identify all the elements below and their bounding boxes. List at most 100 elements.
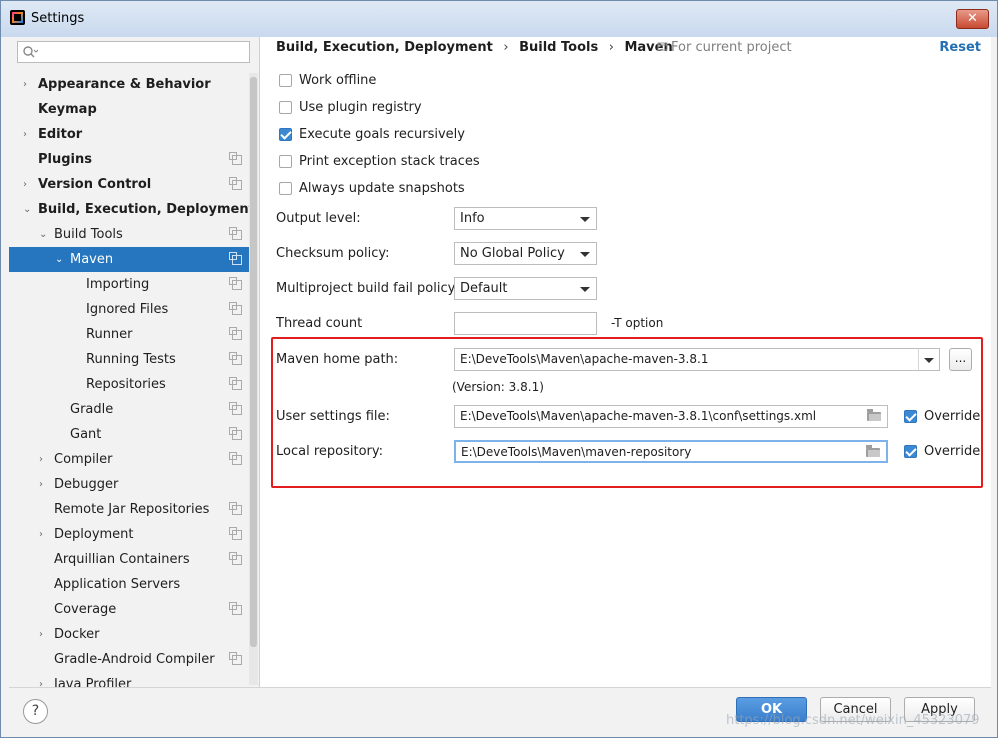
sidebar-item[interactable]: › Docker [9, 622, 249, 647]
sidebar-item[interactable]: › Appearance & Behavior [9, 72, 249, 97]
breadcrumb-separator: › [608, 40, 614, 55]
maven-home-label: Maven home path: [276, 352, 399, 367]
sidebar-item[interactable]: ⌄ Maven [9, 247, 249, 272]
window-close-button[interactable]: ✕ [956, 9, 989, 29]
project-scope-icon [229, 177, 242, 190]
chevron-right-icon[interactable]: › [39, 672, 43, 687]
checkbox-unchecked-icon[interactable] [279, 155, 292, 168]
sidebar-item[interactable]: › Editor [9, 122, 249, 147]
sidebar-scrollbar-thumb[interactable] [250, 77, 257, 647]
checkbox-unchecked-icon[interactable] [279, 74, 292, 87]
user-settings-label: User settings file: [276, 409, 390, 424]
project-scope-icon [229, 377, 242, 390]
sidebar-item-label: Editor [38, 127, 83, 142]
sidebar-item-label: Docker [54, 627, 100, 642]
folder-icon[interactable] [866, 445, 880, 457]
project-scope-icon [229, 252, 242, 265]
checkbox-label: Execute goals recursively [299, 127, 465, 142]
project-scope-icon [229, 402, 242, 415]
sidebar-item-label: Arquillian Containers [54, 552, 190, 567]
checkbox-checked-icon[interactable] [279, 128, 292, 141]
local-repository-value: E:\DeveTools\Maven\maven-repository [461, 445, 692, 459]
checkbox-unchecked-icon[interactable] [279, 182, 292, 195]
sidebar-item[interactable]: Coverage [9, 597, 249, 622]
chevron-right-icon[interactable]: › [39, 447, 43, 472]
sidebar-item[interactable]: › Version Control [9, 172, 249, 197]
sidebar-item[interactable]: Running Tests [9, 347, 249, 372]
maven-home-dropdown-button[interactable] [918, 348, 940, 371]
override-label: Override [924, 409, 981, 424]
breadcrumb: Build, Execution, Deployment › Build Too… [276, 40, 679, 55]
sidebar-item[interactable]: › Debugger [9, 472, 249, 497]
sidebar-item[interactable]: Ignored Files [9, 297, 249, 322]
sidebar-item[interactable]: › Deployment [9, 522, 249, 547]
sidebar-item-label: Runner [86, 327, 133, 342]
sidebar-item[interactable]: ⌄ Build, Execution, Deployment [9, 197, 255, 222]
folder-icon[interactable] [867, 409, 881, 421]
chevron-right-icon[interactable]: › [39, 522, 43, 547]
sidebar-item[interactable]: ⌄ Build Tools [9, 222, 249, 247]
maven-home-input[interactable]: E:\DeveTools\Maven\apache-maven-3.8.1 [454, 348, 919, 371]
sidebar-item[interactable]: Plugins [9, 147, 249, 172]
sidebar-item-label: Maven [70, 252, 114, 267]
sidebar-item[interactable]: Gant [9, 422, 249, 447]
sidebar-item[interactable]: Keymap [9, 97, 249, 122]
sidebar-item-label: Compiler [54, 452, 113, 467]
checkbox-unchecked-icon[interactable] [279, 101, 292, 114]
user-settings-input[interactable]: E:\DeveTools\Maven\apache-maven-3.8.1\co… [454, 405, 888, 428]
sidebar-item-label: Coverage [54, 602, 117, 617]
chevron-down-icon[interactable]: ⌄ [23, 197, 31, 222]
chevron-right-icon[interactable]: › [23, 172, 27, 197]
chevron-down-icon [580, 217, 590, 222]
breadcrumb-item[interactable]: Build Tools [519, 40, 598, 55]
project-scope-icon [229, 227, 242, 240]
sidebar-item[interactable]: › Java Profiler [9, 672, 249, 687]
window-title: Settings [31, 11, 85, 26]
sidebar-item-label: Version Control [38, 177, 152, 192]
sidebar-item-label: Plugins [38, 152, 92, 167]
sidebar-item[interactable]: Repositories [9, 372, 249, 397]
multiproject-policy-select[interactable]: Default [454, 277, 597, 300]
checkbox-checked-icon[interactable] [904, 410, 917, 423]
project-scope-icon [229, 552, 242, 565]
sidebar-item[interactable]: Arquillian Containers [9, 547, 249, 572]
project-scope-icon [229, 652, 242, 665]
project-scope-icon [229, 277, 242, 290]
output-level-select[interactable]: Info [454, 207, 597, 230]
sidebar-item[interactable]: Application Servers [9, 572, 249, 597]
sidebar-item-label: Gradle [70, 402, 114, 417]
maven-home-browse-button[interactable]: ... [949, 348, 972, 371]
checkbox-checked-icon[interactable] [904, 445, 917, 458]
sidebar-item[interactable]: Remote Jar Repositories [9, 497, 249, 522]
override-label: Override [924, 444, 981, 459]
chevron-down-icon [580, 252, 590, 257]
chevron-down-icon[interactable]: ⌄ [55, 247, 63, 272]
help-button[interactable]: ? [23, 699, 48, 724]
local-repository-input[interactable]: E:\DeveTools\Maven\maven-repository [454, 440, 888, 463]
title-bar: Settings ✕ [1, 1, 997, 37]
checkbox-label: Work offline [299, 73, 377, 88]
sidebar-item-label: Java Profiler [54, 677, 132, 687]
chevron-right-icon[interactable]: › [39, 622, 43, 647]
sidebar-item[interactable]: Importing [9, 272, 249, 297]
sidebar-item[interactable]: › Compiler [9, 447, 249, 472]
sidebar-item-label: Keymap [38, 102, 97, 117]
maven-settings-panel: Build, Execution, Deployment › Build Too… [260, 37, 991, 687]
multiproject-policy-label: Multiproject build fail policy: [276, 281, 459, 296]
chevron-right-icon[interactable]: › [39, 472, 43, 497]
sidebar-item[interactable]: Runner [9, 322, 249, 347]
settings-search-input[interactable] [17, 41, 250, 63]
chevron-down-icon[interactable]: ⌄ [39, 222, 47, 247]
reset-link[interactable]: Reset [939, 40, 981, 55]
chevron-right-icon[interactable]: › [23, 72, 27, 97]
chevron-right-icon[interactable]: › [23, 122, 27, 147]
for-current-project-label: For current project [671, 40, 792, 55]
sidebar-item[interactable]: Gradle [9, 397, 249, 422]
local-repository-label: Local repository: [276, 444, 383, 459]
sidebar-item[interactable]: Gradle-Android Compiler [9, 647, 249, 672]
sidebar-item-label: Appearance & Behavior [38, 77, 211, 92]
thread-count-input[interactable] [454, 312, 597, 335]
breadcrumb-item[interactable]: Build, Execution, Deployment [276, 40, 493, 55]
sidebar-item-label: Remote Jar Repositories [54, 502, 210, 517]
checksum-policy-select[interactable]: No Global Policy [454, 242, 597, 265]
